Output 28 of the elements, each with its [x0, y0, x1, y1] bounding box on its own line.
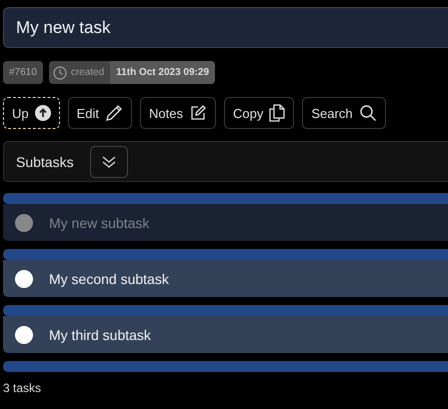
status-circle[interactable]	[15, 214, 33, 232]
subtasks-title: Subtasks	[16, 154, 74, 170]
task-id-badge: #7610	[3, 61, 43, 84]
edit-button[interactable]: Edit	[68, 97, 132, 129]
arrow-up-circle-icon	[34, 105, 51, 121]
subtask-title: My new subtask	[49, 214, 150, 230]
task-count: 3 tasks	[3, 381, 42, 395]
double-chevron-down-icon	[100, 154, 117, 168]
subtask-row[interactable]: My third subtask	[3, 316, 448, 353]
subtask-row[interactable]: My second subtask	[3, 260, 448, 297]
created-date: 11th Oct 2023 09:29	[110, 61, 216, 84]
copy-button[interactable]: Copy	[224, 97, 294, 129]
expand-button[interactable]	[90, 146, 128, 178]
created-label: created	[70, 67, 104, 78]
up-button[interactable]: Up	[3, 97, 60, 129]
subtask-title: My second subtask	[49, 270, 169, 286]
status-circle[interactable]	[15, 270, 33, 288]
subtask-title: My third subtask	[49, 326, 151, 342]
search-icon	[358, 104, 377, 122]
copy-icon	[269, 104, 286, 122]
pencil-icon	[105, 104, 124, 122]
subtask-row[interactable]: My new subtask	[3, 204, 448, 241]
clock-icon	[52, 66, 67, 80]
notes-button[interactable]: Notes	[140, 97, 216, 129]
edit-note-icon	[189, 104, 207, 122]
status-circle[interactable]	[15, 326, 33, 344]
search-button[interactable]: Search	[302, 97, 386, 129]
task-title-field[interactable]: My new task	[3, 7, 448, 48]
